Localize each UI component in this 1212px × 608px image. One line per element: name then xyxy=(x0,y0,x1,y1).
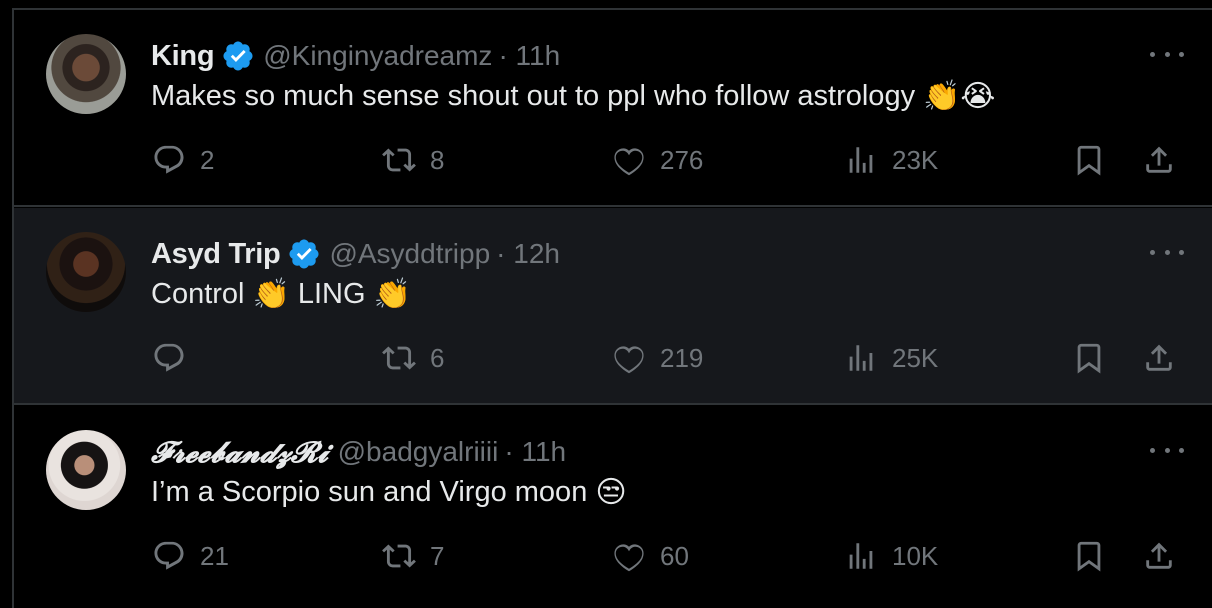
tweet-emoji: 👏 xyxy=(373,276,411,312)
reply-icon xyxy=(154,145,184,174)
tweet-emojis: 😒 xyxy=(595,474,627,510)
tweet-emoji: 👏 xyxy=(252,276,290,312)
heart-icon xyxy=(614,346,644,374)
views-chart-icon xyxy=(849,543,873,569)
reply-count: 21 xyxy=(200,540,229,571)
retweet-button[interactable]: 6 xyxy=(382,338,444,378)
display-name[interactable]: 𝓕𝓻𝓮𝓮𝓫𝓪𝓷𝓭𝔃𝓡𝓲 xyxy=(151,435,328,470)
tweet[interactable]: Asyd Trip @Asyddtripp · 12h Control 👏 LI… xyxy=(14,208,1212,405)
views-button[interactable]: 25K xyxy=(844,338,938,378)
share-button[interactable] xyxy=(1142,140,1176,180)
retweet-button[interactable]: 7 xyxy=(382,536,444,576)
timestamp[interactable]: · 12h xyxy=(496,238,560,270)
views-count: 10K xyxy=(892,540,939,571)
share-icon xyxy=(1146,146,1172,173)
reply-count: 2 xyxy=(200,144,215,175)
tweet-header: 𝓕𝓻𝓮𝓮𝓫𝓪𝓷𝓭𝔃𝓡𝓲 @badgyalriiii · 11h xyxy=(151,432,566,472)
bookmark-button[interactable] xyxy=(1072,140,1106,180)
like-button[interactable]: 219 xyxy=(612,338,703,378)
handle[interactable]: @Kinginyadreamz xyxy=(263,40,492,72)
views-chart-icon xyxy=(849,147,873,173)
tweet-header: King @Kinginyadreamz · 11h xyxy=(151,36,560,76)
views-button[interactable]: 10K xyxy=(844,536,938,576)
more-options-icon[interactable] xyxy=(1150,44,1184,64)
timestamp[interactable]: · 11h xyxy=(504,436,566,468)
tweet-text: I’m a Scorpio sun and Virgo moon 😒 xyxy=(151,476,627,509)
timestamp[interactable]: · 11h xyxy=(498,40,560,72)
retweet-count: 7 xyxy=(430,540,445,571)
tweet-header: Asyd Trip @Asyddtripp · 12h xyxy=(151,234,560,274)
heart-icon xyxy=(614,148,644,176)
tweet-text: Control 👏 LING 👏 xyxy=(151,278,411,311)
reply-button[interactable]: 2 xyxy=(152,140,214,180)
action-bar: 2 8 276 23K xyxy=(14,140,1212,180)
handle[interactable]: @Asyddtripp xyxy=(329,238,490,270)
share-button[interactable] xyxy=(1142,338,1176,378)
bookmark-button[interactable] xyxy=(1072,536,1106,576)
tweet-text-content: Makes so much sense shout out to ppl who… xyxy=(151,80,916,112)
like-count: 219 xyxy=(660,342,704,373)
tweet-text-content: I’m a Scorpio sun and Virgo moon xyxy=(151,476,588,508)
like-count: 276 xyxy=(660,144,704,175)
reply-button[interactable] xyxy=(152,338,200,378)
like-count: 60 xyxy=(660,540,689,571)
action-bar: 21 7 60 10K xyxy=(14,536,1212,576)
avatar[interactable] xyxy=(46,430,126,510)
more-options-icon[interactable] xyxy=(1150,440,1184,460)
more-options-icon[interactable] xyxy=(1150,242,1184,262)
display-name[interactable]: Asyd Trip xyxy=(151,238,281,271)
avatar[interactable] xyxy=(46,232,126,312)
reply-icon xyxy=(154,343,184,372)
like-button[interactable]: 276 xyxy=(612,140,703,180)
tweet-feed: King @Kinginyadreamz · 11h Makes so much… xyxy=(12,8,1212,608)
retweet-button[interactable]: 8 xyxy=(382,140,444,180)
retweet-count: 8 xyxy=(430,144,445,175)
tweet-text-part: LING xyxy=(297,278,366,310)
retweet-icon xyxy=(382,346,416,370)
tweet-text-part: Control xyxy=(151,278,245,310)
views-button[interactable]: 23K xyxy=(844,140,938,180)
retweet-icon xyxy=(382,148,416,172)
action-bar: 6 219 25K xyxy=(14,338,1212,378)
like-button[interactable]: 60 xyxy=(612,536,689,576)
retweet-icon xyxy=(382,544,416,568)
tweet[interactable]: King @Kinginyadreamz · 11h Makes so much… xyxy=(14,10,1212,207)
views-chart-icon xyxy=(849,345,873,371)
avatar[interactable] xyxy=(46,34,126,114)
reply-icon xyxy=(154,541,184,570)
bookmark-button[interactable] xyxy=(1072,338,1106,378)
tweet-text: Makes so much sense shout out to ppl who… xyxy=(151,80,996,113)
verified-badge-icon xyxy=(223,41,253,71)
tweet-emojis: 👏😭 xyxy=(923,78,996,114)
verified-badge-icon xyxy=(289,239,319,269)
display-name[interactable]: King xyxy=(151,40,215,73)
share-icon xyxy=(1146,344,1172,371)
views-count: 25K xyxy=(892,342,939,373)
reply-button[interactable]: 21 xyxy=(152,536,229,576)
views-count: 23K xyxy=(892,144,939,175)
handle[interactable]: @badgyalriiii xyxy=(338,436,499,468)
bookmark-icon xyxy=(1077,145,1101,176)
retweet-count: 6 xyxy=(430,342,445,373)
share-icon xyxy=(1146,542,1172,569)
tweet[interactable]: 𝓕𝓻𝓮𝓮𝓫𝓪𝓷𝓭𝔃𝓡𝓲 @badgyalriiii · 11h I’m a Sc… xyxy=(14,406,1212,603)
bookmark-icon xyxy=(1077,541,1101,572)
heart-icon xyxy=(614,544,644,572)
bookmark-icon xyxy=(1077,343,1101,374)
share-button[interactable] xyxy=(1142,536,1176,576)
